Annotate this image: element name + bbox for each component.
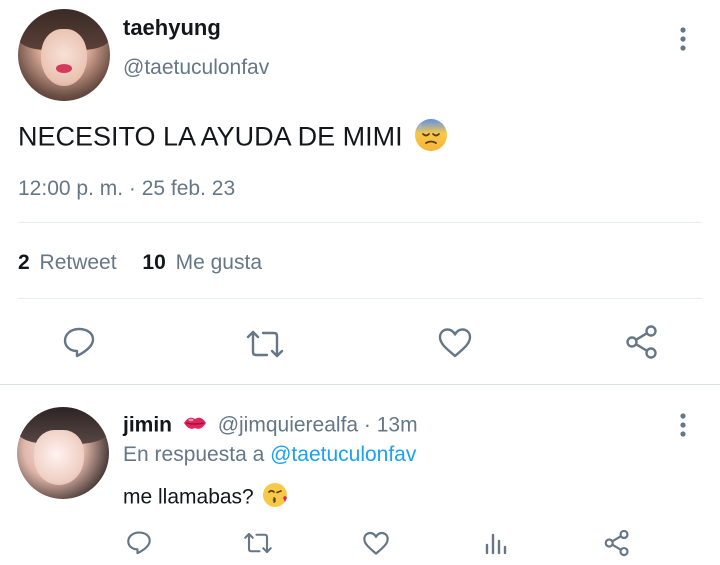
display-name[interactable]: taehyung: [123, 15, 221, 41]
tweet-text: NECESITO LA AYUDA DE MIMI: [18, 118, 448, 159]
reply-avatar[interactable]: [17, 407, 109, 499]
kiss-lips-emoji-icon: [182, 413, 208, 439]
avatar[interactable]: [18, 9, 110, 101]
in-reply-handle[interactable]: @taetuculonfav: [270, 443, 416, 466]
analytics-icon[interactable]: [484, 531, 508, 555]
in-reply-prefix: En respuesta a: [123, 443, 265, 466]
reply-header: jimin @jimquierealfa · 13m: [123, 413, 418, 439]
retweet-icon[interactable]: [245, 328, 285, 360]
tweet-timestamp[interactable]: 12:00 p. m. · 25 feb. 23: [18, 177, 235, 201]
more-options-icon[interactable]: [672, 26, 694, 52]
tweet-stats: 2 Retweet 10 Me gusta: [18, 251, 262, 275]
in-reply-to: En respuesta a @taetuculonfav: [123, 443, 416, 467]
divider: [18, 298, 702, 299]
tweet-text-content: NECESITO LA AYUDA DE MIMI: [18, 121, 403, 152]
reply-reply-icon[interactable]: [126, 530, 152, 555]
reply-like-icon[interactable]: [362, 531, 390, 556]
divider: [0, 384, 720, 385]
reply-text: me llamabas?: [123, 481, 290, 515]
sweat-sad-emoji-icon: [414, 118, 448, 159]
reply-avatar-face: [33, 430, 85, 486]
reply-display-name[interactable]: jimin: [123, 414, 172, 437]
reply-icon[interactable]: [62, 326, 96, 358]
user-handle[interactable]: @taetuculonfav: [123, 56, 269, 80]
like-label[interactable]: Me gusta: [176, 251, 262, 274]
retweet-count[interactable]: 2: [18, 251, 30, 274]
reply-share-icon[interactable]: [603, 529, 631, 557]
retweet-label[interactable]: Retweet: [40, 251, 117, 274]
reply-text-content: me llamabas?: [123, 485, 254, 509]
like-count[interactable]: 10: [142, 251, 165, 274]
divider: [18, 222, 702, 223]
reply-handle-time[interactable]: @jimquierealfa · 13m: [218, 414, 418, 437]
avatar-face: [41, 29, 87, 87]
reply-more-options-icon[interactable]: [672, 412, 694, 438]
kissing-face-emoji-icon: [262, 481, 290, 515]
share-icon[interactable]: [624, 324, 660, 360]
like-icon[interactable]: [437, 327, 473, 359]
reply-retweet-icon[interactable]: [243, 531, 273, 555]
